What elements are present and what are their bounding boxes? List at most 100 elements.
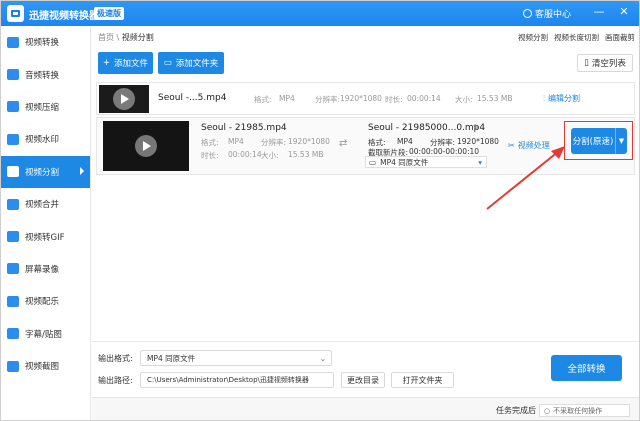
file-name: Seoul - 21985.mp4 (201, 123, 287, 133)
shuffle-icon: ⇄ (339, 138, 347, 149)
size-value: 15.53 MB (477, 94, 512, 103)
sidebar-item-subtitle[interactable]: 字幕/贴图 (1, 318, 90, 350)
annotation-arrow (481, 141, 581, 221)
watermark-icon (7, 134, 19, 145)
sidebar: 视频转换 音频转换 视频压缩 视频水印 视频分割 视频合并 视频转GIF 屏幕录… (1, 26, 91, 421)
video-file-icon: ▭ (369, 158, 376, 167)
sidebar-item-label: 音频转换 (25, 69, 59, 81)
video-thumbnail[interactable] (99, 85, 149, 113)
app-logo-icon (7, 5, 24, 22)
after-done-select[interactable]: ○不采取任何操作 (539, 404, 630, 417)
output-settings: 输出格式: MP4 同原文件 ⌄ 输出路径: C:\Users\Administr… (92, 341, 640, 397)
sidebar-item-label: 视频压缩 (25, 101, 59, 113)
customer-service-label: 客服中心 (535, 7, 571, 20)
tab-video-split[interactable]: 视频分割 (518, 32, 548, 43)
clear-list-button[interactable]: ▯清空列表 (577, 54, 633, 72)
app-window: 迅捷视频转换器 极速版 客服中心 — ✕ 视频转换 音频转换 视频压缩 视频水印… (0, 0, 640, 421)
resolution-label: 分辨率: (315, 94, 340, 105)
title-bar: 迅捷视频转换器 极速版 客服中心 — ✕ (1, 1, 640, 26)
add-file-button[interactable]: + 添加文件 (98, 52, 153, 74)
sidebar-item-label: 视频水印 (25, 133, 59, 145)
add-folder-label: 添加文件夹 (176, 57, 219, 69)
minimize-button[interactable]: — (593, 6, 605, 18)
add-file-label: 添加文件 (114, 57, 148, 69)
trash-icon: ▯ (584, 58, 589, 68)
add-folder-button[interactable]: ▭ 添加文件夹 (158, 52, 224, 74)
sidebar-item-label: 视频配乐 (25, 295, 59, 307)
headset-icon (523, 9, 532, 18)
format-value: MP4 (279, 94, 295, 103)
resolution-label: 分辨率: (261, 137, 286, 148)
change-directory-button[interactable]: 更改目录 (341, 372, 385, 388)
sidebar-item-video-merge[interactable]: 视频合并 (1, 188, 90, 220)
duration-value: 00:00:14 (228, 150, 262, 159)
breadcrumb-home[interactable]: 首页 (98, 33, 114, 42)
video-thumbnail[interactable] (103, 121, 189, 171)
sidebar-item-screen-record[interactable]: 屏幕录像 (1, 253, 90, 285)
close-button[interactable]: ✕ (618, 6, 630, 18)
output-format-value: MP4 同原文件 (147, 353, 195, 364)
subtitle-icon (7, 328, 19, 339)
output-file-name: Seoul - 21985000...0.mp4 (368, 123, 485, 133)
sidebar-item-label: 视频转换 (25, 36, 59, 48)
video-compress-icon (7, 101, 19, 112)
convert-all-button[interactable]: 全部转换 (551, 355, 622, 381)
breadcrumb-separator: \ (114, 33, 122, 42)
format-value: MP4 (228, 137, 244, 146)
screen-record-icon (7, 263, 19, 274)
clear-list-label: 清空列表 (592, 57, 626, 69)
sidebar-item-label: 视频截图 (25, 360, 59, 372)
sidebar-item-video-watermark[interactable]: 视频水印 (1, 123, 90, 155)
video-split-icon (7, 166, 19, 177)
edit-split-label: 编辑分割 (548, 93, 580, 104)
output-format-select[interactable]: MP4 同原文件 ⌄ (140, 350, 332, 366)
sidebar-item-video-to-gif[interactable]: 视频转GIF (1, 220, 90, 252)
breadcrumb: 首页 \ 视频分割 (98, 32, 154, 43)
status-bar: 任务完成后 ○不采取任何操作 (92, 397, 640, 421)
duration-value: 00:00:14 (407, 94, 441, 103)
size-label: 大小: (455, 94, 473, 105)
folder-icon: ▭ (164, 58, 172, 68)
rename-pencil-icon[interactable]: ✎ (473, 123, 480, 132)
mode-tabs: 视频分割 视频长度切割 画面裁剪 (518, 32, 635, 43)
split-icon: ⫶ (543, 94, 545, 104)
audio-convert-icon (7, 69, 19, 80)
video-merge-icon (7, 199, 19, 210)
file-row[interactable]: Seoul -...5.mp4 格式: MP4 分辨率: 1920*1080 时… (96, 82, 635, 115)
play-icon[interactable] (135, 135, 157, 157)
sidebar-item-audio-convert[interactable]: 音频转换 (1, 58, 90, 90)
tab-crop[interactable]: 画面裁剪 (605, 32, 635, 43)
duration-label: 时长: (201, 150, 219, 161)
format-label: 格式: (254, 94, 272, 105)
active-arrow-icon (80, 167, 84, 175)
sidebar-item-video-music[interactable]: 视频配乐 (1, 285, 90, 317)
sidebar-item-video-convert[interactable]: 视频转换 (1, 26, 90, 58)
customer-service-link[interactable]: 客服中心 (523, 7, 571, 20)
radio-icon: ○ (544, 407, 550, 415)
app-title: 迅捷视频转换器 (29, 7, 99, 22)
edition-badge: 极速版 (94, 7, 124, 20)
sidebar-item-video-compress[interactable]: 视频压缩 (1, 91, 90, 123)
play-icon[interactable] (113, 88, 135, 110)
resolution-value: 1920*1080 (288, 137, 330, 146)
size-value: 15.53 MB (288, 150, 323, 159)
edit-split-link[interactable]: ⫶编辑分割 (543, 93, 580, 104)
plus-icon: + (103, 58, 110, 68)
tab-length-cut[interactable]: 视频长度切割 (554, 32, 599, 43)
sidebar-item-screenshot[interactable]: 视频截图 (1, 350, 90, 382)
output-path-label: 输出路径: (98, 375, 133, 386)
output-path-field[interactable]: C:\Users\Administrator\Desktop\迅捷视频转换器 (140, 372, 334, 388)
output-format-select[interactable]: ▭MP4 同原文件▾ (365, 156, 487, 168)
after-done-label: 任务完成后 (496, 405, 536, 416)
gif-icon (7, 231, 19, 242)
sidebar-item-video-split[interactable]: 视频分割 (1, 156, 90, 188)
open-folder-button[interactable]: 打开文件夹 (391, 372, 454, 388)
after-done-value: 不采取任何操作 (553, 406, 602, 416)
chevron-down-icon: ⌄ (320, 354, 326, 363)
sidebar-item-label: 字幕/贴图 (25, 328, 62, 340)
clip-range: 00:00:00-00:00:10 (409, 147, 479, 156)
sidebar-item-label: 视频分割 (25, 166, 59, 178)
output-format-select-value: MP4 同原文件 (380, 157, 428, 168)
output-format-label: 输出格式: (98, 353, 133, 364)
output-format-value: MP4 (397, 137, 413, 146)
